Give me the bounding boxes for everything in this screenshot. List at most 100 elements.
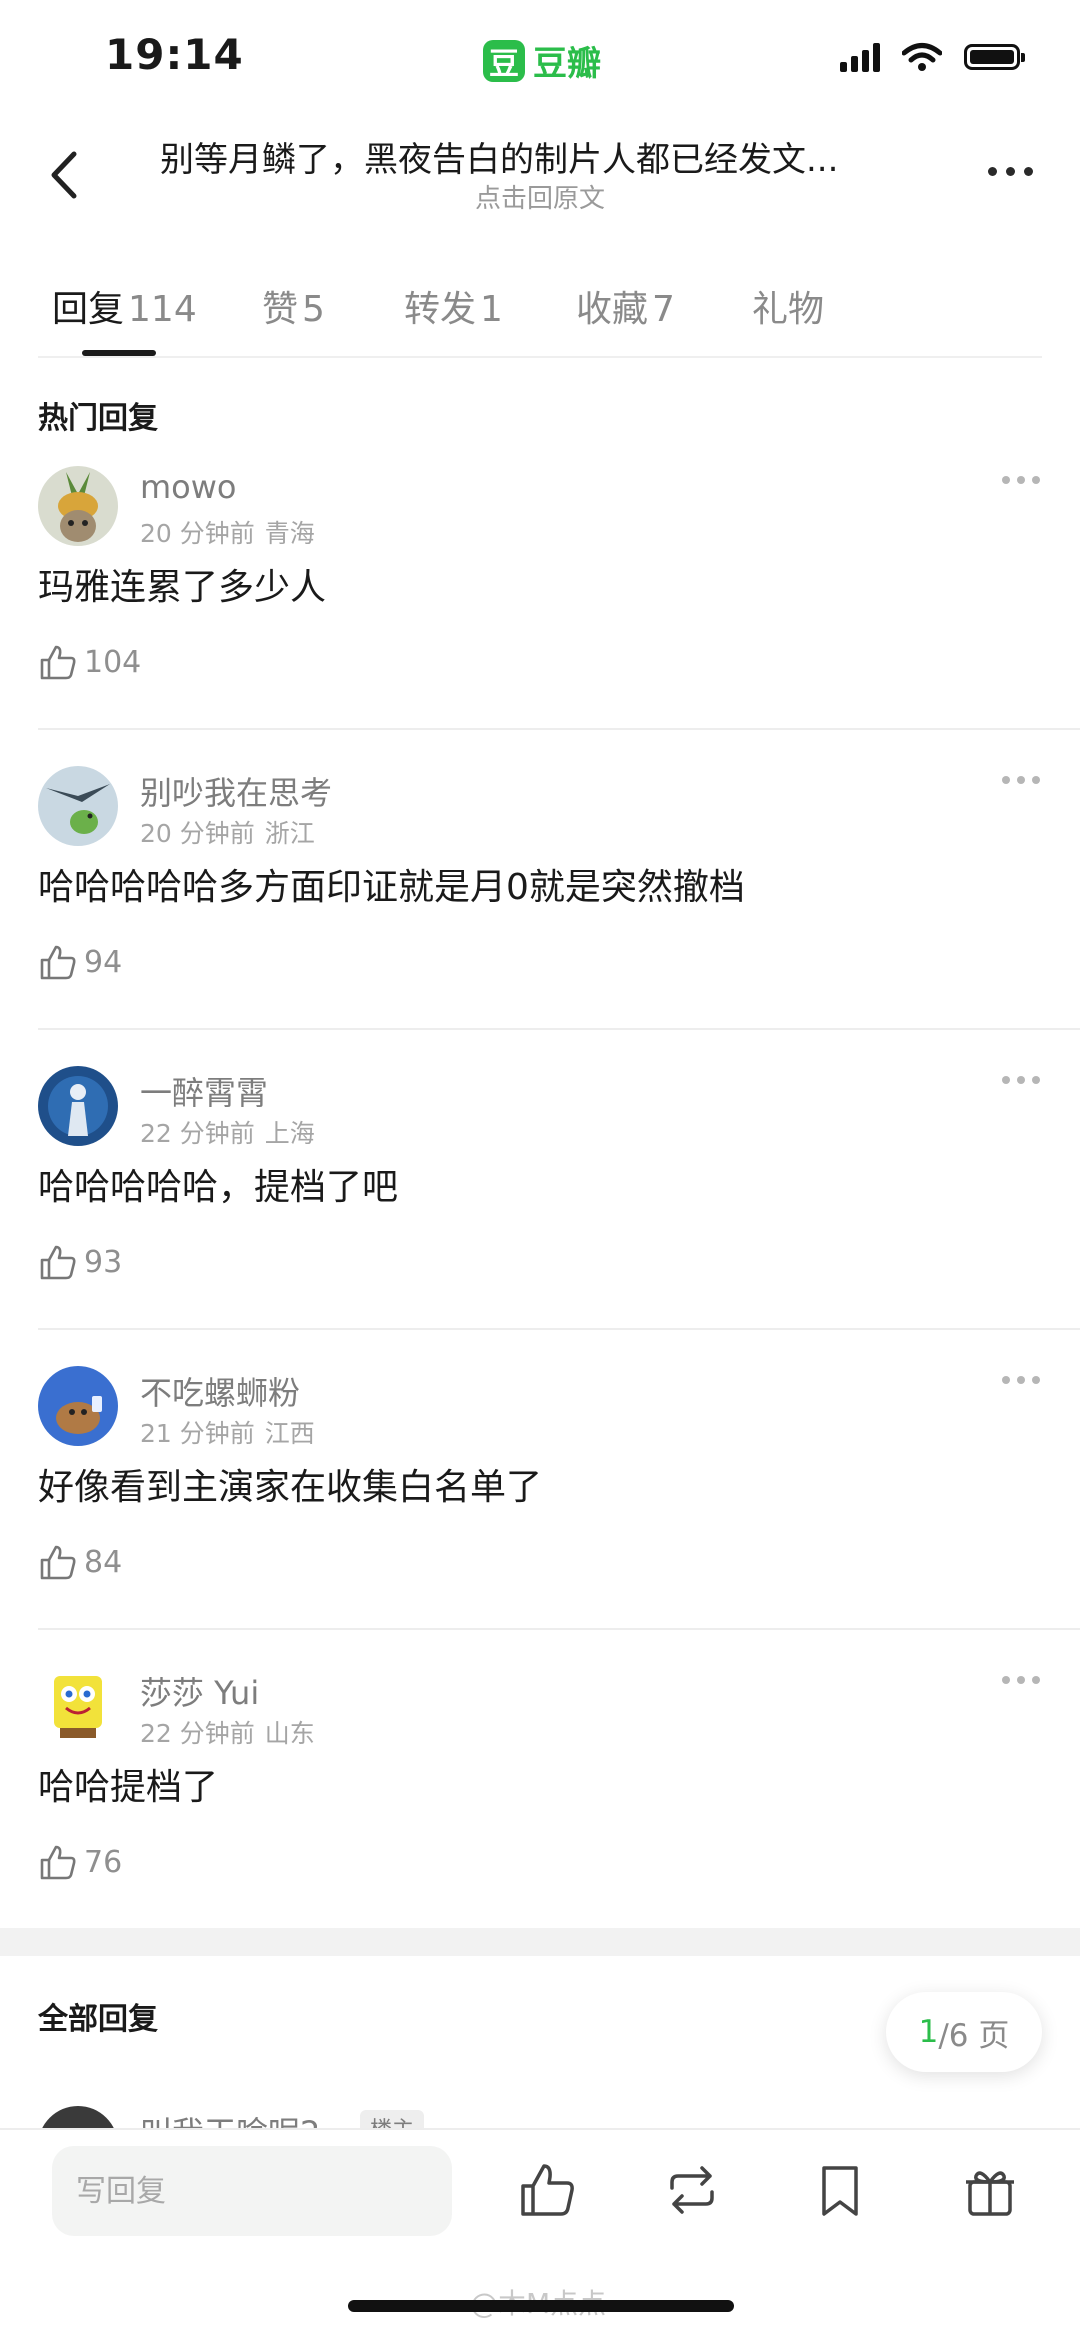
spongebob-avatar[interactable] (38, 1666, 118, 1746)
cat-pineapple-avatar[interactable] (38, 466, 118, 546)
comment-meta: 20 分钟前 浙江 (140, 814, 315, 850)
tab-count: 1 (480, 289, 503, 330)
comment-text: 哈哈哈哈哈多方面印证就是月0就是突然撤档 (38, 867, 745, 908)
home-indicator[interactable] (348, 2300, 734, 2312)
comment-divider (38, 1328, 1080, 1330)
like-button[interactable]: 76 (38, 1842, 122, 1882)
wifi-icon (902, 43, 942, 71)
comment-more-icon[interactable] (1002, 1076, 1040, 1084)
like-icon[interactable] (515, 2158, 579, 2222)
comment-username[interactable]: 莎莎 Yui (140, 1668, 259, 1714)
battery-icon (964, 44, 1025, 70)
comment-more-icon[interactable] (1002, 476, 1040, 484)
comment-divider (38, 728, 1080, 730)
total-pages: /6 页 (938, 2017, 1010, 2054)
like-count: 94 (84, 944, 123, 980)
birds-avatar[interactable] (38, 766, 118, 846)
back-arrow-icon[interactable] (38, 140, 98, 210)
comment-location: 山东 (264, 1719, 315, 1748)
status-time: 19:14 (105, 30, 244, 79)
hot-replies-title: 热门回复 (38, 401, 158, 436)
cartoon-avatar[interactable] (38, 1366, 118, 1446)
thumbs-up-icon (40, 1545, 76, 1580)
comment-time: 20 分钟前 (140, 819, 255, 848)
tab-label: 礼物 (752, 289, 825, 330)
douban-logo-icon: 豆 (483, 39, 525, 82)
tab-gifts[interactable]: 礼物 (752, 280, 824, 332)
comment-location: 上海 (264, 1119, 315, 1148)
comment-time: 20 分钟前 (140, 519, 255, 548)
reply-input[interactable] (52, 2146, 452, 2236)
comment-text: 哈哈提档了 (38, 1767, 219, 1808)
page-indicator-button[interactable]: 1/6 页 (886, 1992, 1042, 2072)
tab-count: 5 (302, 289, 325, 330)
like-button[interactable]: 104 (38, 642, 141, 682)
comment-username[interactable]: 不吃螺蛳粉 (140, 1368, 300, 1414)
comment-item: 莎莎 Yui 22 分钟前 山东 哈哈提档了 76 (0, 1666, 1080, 1966)
comment-item: mowo 20 分钟前 青海 玛雅连累了多少人 104 (0, 466, 1080, 766)
comment-location: 浙江 (264, 819, 315, 848)
section-divider (0, 1928, 1080, 1956)
like-count: 84 (84, 1544, 123, 1580)
comment-time: 22 分钟前 (140, 1119, 255, 1148)
tab-likes[interactable]: 赞5 (262, 280, 325, 332)
comment-meta: 20 分钟前 青海 (140, 514, 315, 550)
comment-more-icon[interactable] (1002, 1376, 1040, 1384)
post-title[interactable]: 别等月鳞了，黑夜告白的制片人都已经发文... (160, 132, 920, 181)
tab-replies[interactable]: 回复 114 (52, 280, 197, 332)
bookmark-icon[interactable] (808, 2158, 872, 2222)
status-bar: 19:14 豆 豆瓣 (0, 0, 1080, 120)
app-name: 豆瓣 (533, 44, 601, 84)
all-replies-title: 全部回复 (38, 2002, 158, 2037)
tab-reposts[interactable]: 转发 1 (404, 280, 503, 332)
repost-icon[interactable] (660, 2158, 724, 2222)
comment-username[interactable]: 一醉霄霄 (140, 1068, 268, 1114)
thumbs-up-icon (40, 1245, 76, 1280)
comment-divider (38, 1028, 1080, 1030)
comment-username[interactable]: 别吵我在思考 (140, 768, 332, 814)
comment-text: 哈哈哈哈哈，提档了吧 (38, 1167, 399, 1208)
like-count: 76 (84, 1844, 123, 1880)
comment-item: 一醉霄霄 22 分钟前 上海 哈哈哈哈哈，提档了吧 93 (0, 1066, 1080, 1366)
status-icons (840, 42, 1025, 72)
tabs-divider (38, 356, 1042, 358)
comment-item: 别吵我在思考 20 分钟前 浙江 哈哈哈哈哈多方面印证就是月0就是突然撤档 94 (0, 766, 1080, 1066)
comment-more-icon[interactable] (1002, 776, 1040, 784)
comment-text: 好像看到主演家在收集白名单了 (38, 1467, 543, 1508)
comment-more-icon[interactable] (1002, 1676, 1040, 1684)
like-count: 104 (84, 644, 142, 680)
comment-divider (38, 1628, 1080, 1630)
figure-avatar[interactable] (38, 1066, 118, 1146)
comment-meta: 21 分钟前 江西 (140, 1414, 315, 1450)
comment-username[interactable]: mowo (140, 468, 237, 506)
tab-label: 转发 (404, 289, 477, 330)
tab-label: 收藏 (576, 289, 649, 330)
tab-label: 赞 (262, 289, 299, 330)
navigation-bar: 别等月鳞了，黑夜告白的制片人都已经发文... 点击回原文 (0, 120, 1080, 230)
tab-collections[interactable]: 收藏 7 (576, 280, 675, 332)
comment-time: 22 分钟前 (140, 1719, 255, 1748)
like-button[interactable]: 94 (38, 942, 122, 982)
partial-comment-item: 叫我干啥呢2 楼主 (38, 2106, 1042, 2130)
comment-meta: 22 分钟前 山东 (140, 1714, 315, 1750)
tab-bar: 回复 114 赞5 转发 1 收藏 7 礼物 (0, 270, 1080, 360)
gift-icon[interactable] (958, 2158, 1022, 2222)
back-to-original-link[interactable]: 点击回原文 (160, 178, 920, 215)
comment-item: 不吃螺蛳粉 21 分钟前 江西 好像看到主演家在收集白名单了 84 (0, 1366, 1080, 1666)
tab-label: 回复 (52, 289, 125, 330)
like-button[interactable]: 93 (38, 1242, 122, 1282)
comment-text: 玛雅连累了多少人 (38, 567, 327, 608)
comment-time: 21 分钟前 (140, 1419, 255, 1448)
comment-meta: 22 分钟前 上海 (140, 1114, 315, 1150)
user-avatar[interactable] (38, 2106, 118, 2130)
tab-count: 114 (128, 289, 197, 330)
more-options-icon[interactable] (980, 156, 1040, 186)
like-button[interactable]: 84 (38, 1542, 122, 1582)
comment-username[interactable]: 叫我干啥呢2 (140, 2108, 320, 2130)
app-badge: 豆 豆瓣 (483, 36, 601, 85)
current-page: 1 (918, 2014, 939, 2050)
comment-location: 江西 (264, 1419, 315, 1448)
cellular-signal-icon (840, 42, 880, 72)
op-badge: 楼主 (360, 2110, 425, 2130)
comment-location: 青海 (264, 519, 315, 548)
